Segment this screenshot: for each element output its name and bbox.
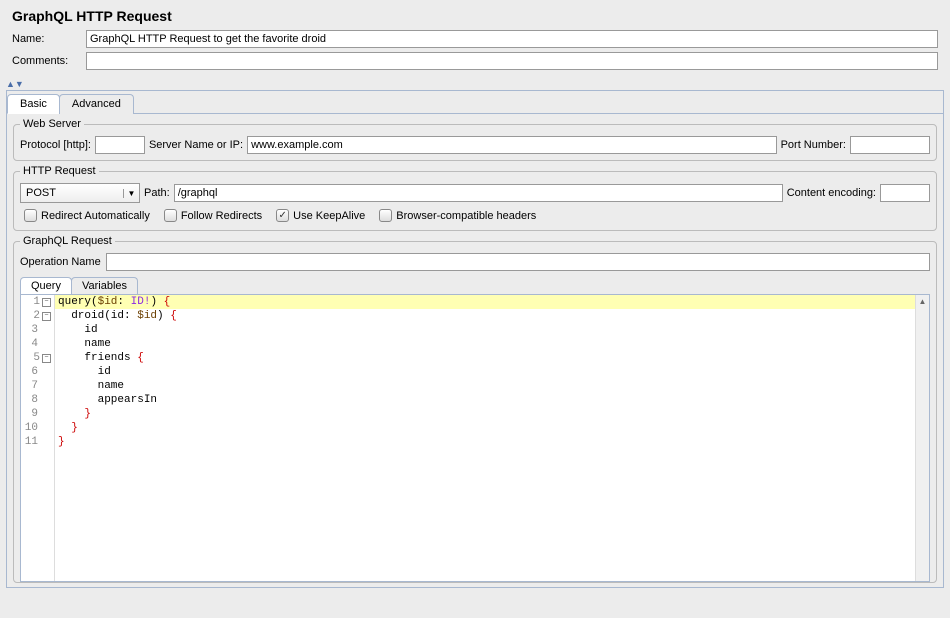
name-input[interactable] [86, 30, 938, 48]
redirect-auto-checkbox[interactable]: Redirect Automatically [24, 209, 150, 222]
http-request-legend: HTTP Request [20, 165, 99, 177]
checkbox-icon [379, 209, 392, 222]
port-label: Port Number: [781, 139, 846, 151]
keepalive-label: Use KeepAlive [293, 210, 365, 222]
chevron-down-icon: ▼ [123, 189, 139, 198]
browser-headers-label: Browser-compatible headers [396, 210, 536, 222]
graphql-request-fieldset: GraphQL Request Operation Name Query Var… [13, 235, 937, 583]
keepalive-checkbox[interactable]: ✓ Use KeepAlive [276, 209, 365, 222]
splitter-handle[interactable]: ▲▼ [0, 80, 950, 90]
fold-icon[interactable]: − [42, 312, 51, 321]
graphql-inner-tabs: Query Variables [20, 275, 930, 294]
editor-code-area[interactable]: query($id: ID!) { droid(id: $id) { id na… [55, 295, 915, 581]
fold-icon[interactable]: − [42, 354, 51, 363]
tab-query[interactable]: Query [20, 277, 72, 294]
method-value: POST [21, 187, 123, 199]
comments-label: Comments: [12, 55, 86, 67]
name-label: Name: [12, 33, 86, 45]
follow-redirects-label: Follow Redirects [181, 210, 262, 222]
redirect-auto-label: Redirect Automatically [41, 210, 150, 222]
server-name-label: Server Name or IP: [149, 139, 243, 151]
path-label: Path: [144, 187, 170, 199]
encoding-label: Content encoding: [787, 187, 876, 199]
tab-advanced[interactable]: Advanced [59, 94, 134, 114]
http-options-row: Redirect Automatically Follow Redirects … [20, 203, 930, 224]
protocol-label: Protocol [http]: [20, 139, 91, 151]
page-title: GraphQL HTTP Request [12, 8, 938, 24]
scroll-up-icon[interactable]: ▲ [916, 295, 929, 309]
browser-headers-checkbox[interactable]: Browser-compatible headers [379, 209, 536, 222]
http-request-fieldset: HTTP Request POST ▼ Path: Content encodi… [13, 165, 937, 231]
checkbox-icon [164, 209, 177, 222]
protocol-input[interactable] [95, 136, 145, 154]
checkbox-icon [24, 209, 37, 222]
follow-redirects-checkbox[interactable]: Follow Redirects [164, 209, 262, 222]
encoding-input[interactable] [880, 184, 930, 202]
comments-input[interactable] [86, 52, 938, 70]
operation-name-input[interactable] [106, 253, 930, 271]
web-server-legend: Web Server [20, 118, 84, 130]
tab-content-basic: Web Server Protocol [http]: Server Name … [7, 114, 943, 587]
fold-icon[interactable]: − [42, 298, 51, 307]
http-request-row: POST ▼ Path: Content encoding: [20, 183, 930, 203]
web-server-row: Protocol [http]: Server Name or IP: Port… [20, 136, 930, 154]
graphql-request-legend: GraphQL Request [20, 235, 115, 247]
editor-gutter: 1−2−345−67891011 [21, 295, 55, 581]
port-input[interactable] [850, 136, 930, 154]
server-name-input[interactable] [247, 136, 777, 154]
name-row: Name: [12, 30, 938, 48]
tab-variables[interactable]: Variables [71, 277, 138, 294]
path-input[interactable] [174, 184, 783, 202]
comments-row: Comments: [12, 52, 938, 70]
web-server-fieldset: Web Server Protocol [http]: Server Name … [13, 118, 937, 161]
editor-scrollbar[interactable]: ▲ [915, 295, 929, 581]
method-select[interactable]: POST ▼ [20, 183, 140, 203]
code-editor[interactable]: 1−2−345−67891011 query($id: ID!) { droid… [20, 294, 930, 582]
header-section: GraphQL HTTP Request Name: Comments: [0, 0, 950, 80]
tab-basic[interactable]: Basic [7, 94, 60, 114]
operation-name-row: Operation Name [20, 253, 930, 275]
main-tabs: Basic Advanced [7, 91, 943, 114]
operation-name-label: Operation Name [20, 256, 101, 268]
checkbox-checked-icon: ✓ [276, 209, 289, 222]
main-panel: Basic Advanced Web Server Protocol [http… [6, 90, 944, 588]
